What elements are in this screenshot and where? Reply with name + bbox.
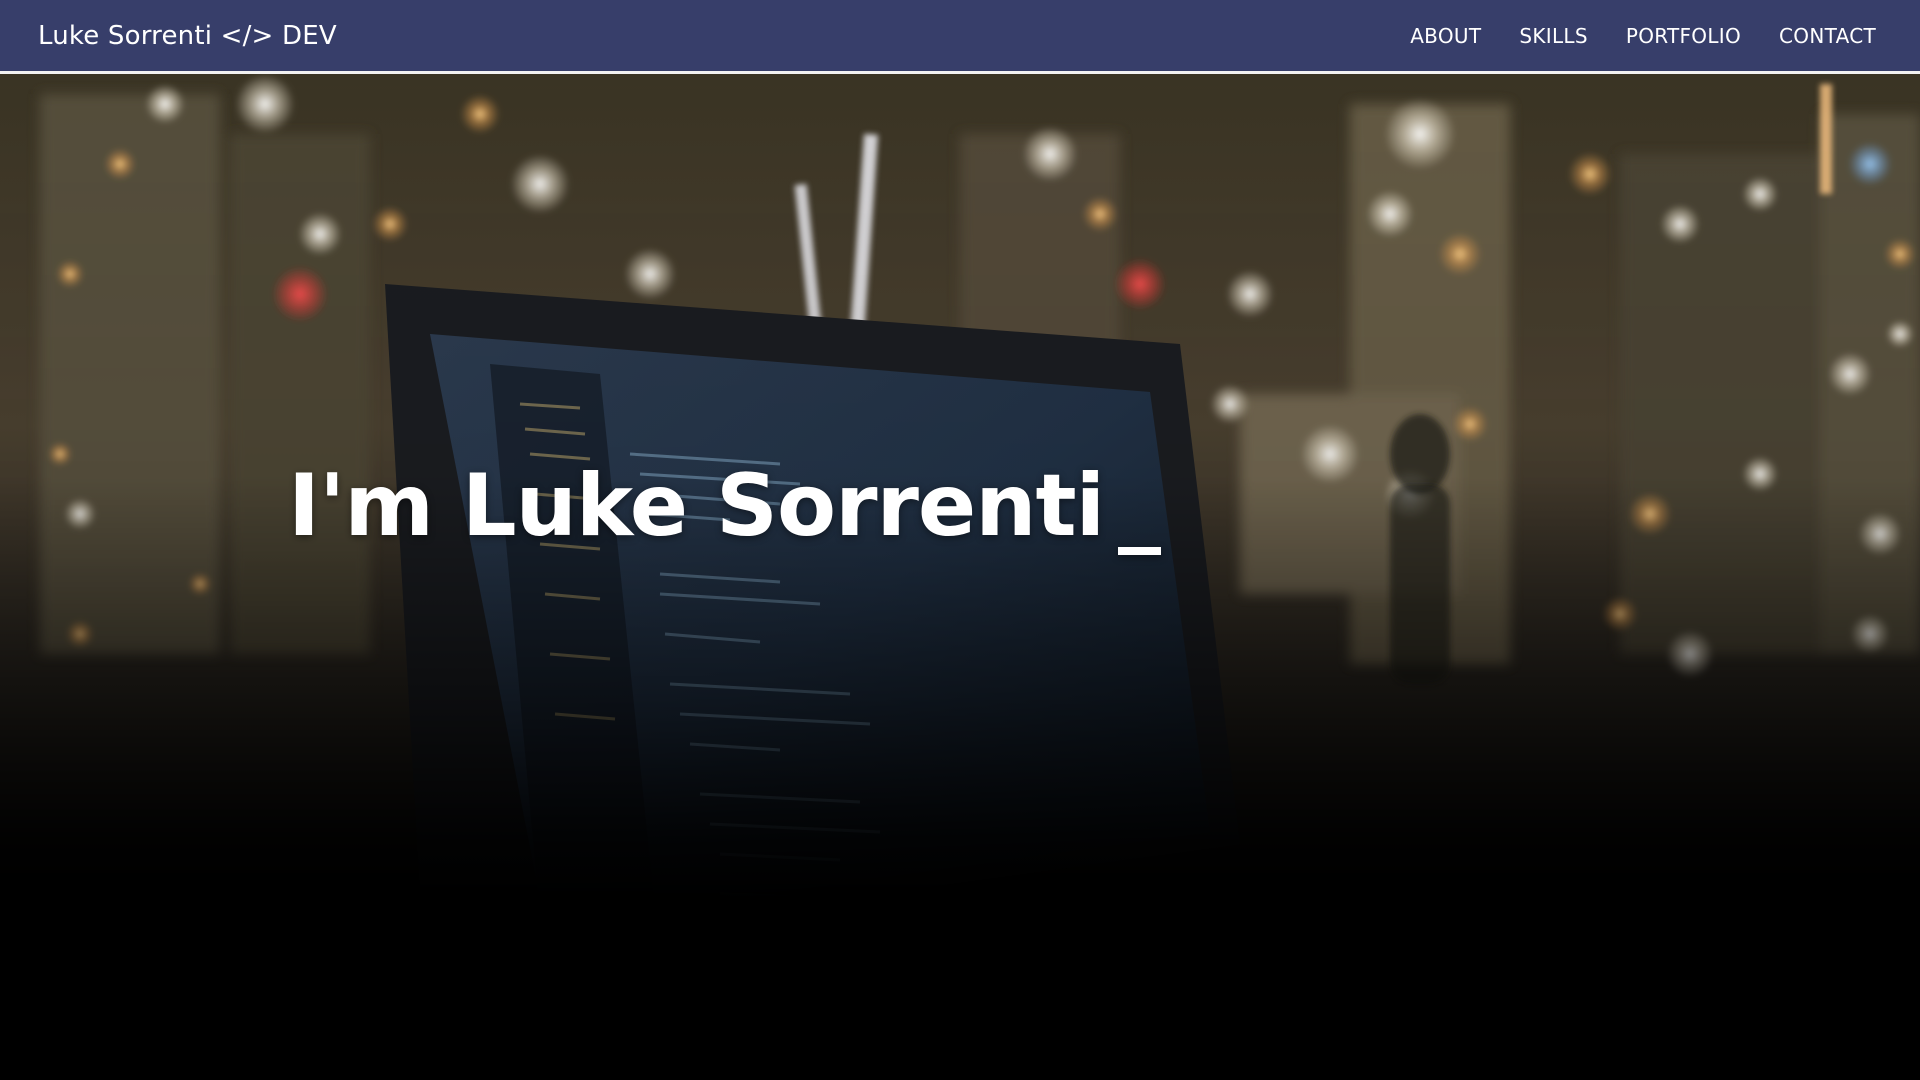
nav-link-about[interactable]: ABOUT — [1410, 24, 1481, 48]
nav-link-contact[interactable]: CONTACT — [1779, 24, 1876, 48]
page: Luke Sorrenti </> DEV ABOUT SKILLS PORTF… — [0, 0, 1920, 1080]
brand-logo[interactable]: Luke Sorrenti </> DEV — [38, 21, 337, 51]
navbar: Luke Sorrenti </> DEV ABOUT SKILLS PORTF… — [0, 0, 1920, 74]
hero-dark-overlay — [0, 74, 1920, 1080]
hero-heading-text: I'm Luke Sorrenti — [288, 456, 1105, 556]
hero-section: I'm Luke Sorrenti _ — [0, 74, 1920, 1080]
nav-link-skills[interactable]: SKILLS — [1519, 24, 1588, 48]
typing-cursor: _ — [1118, 456, 1161, 556]
nav-link-portfolio[interactable]: PORTFOLIO — [1626, 24, 1741, 48]
nav-links: ABOUT SKILLS PORTFOLIO CONTACT — [1372, 24, 1876, 48]
hero-heading: I'm Luke Sorrenti _ — [288, 456, 1161, 556]
